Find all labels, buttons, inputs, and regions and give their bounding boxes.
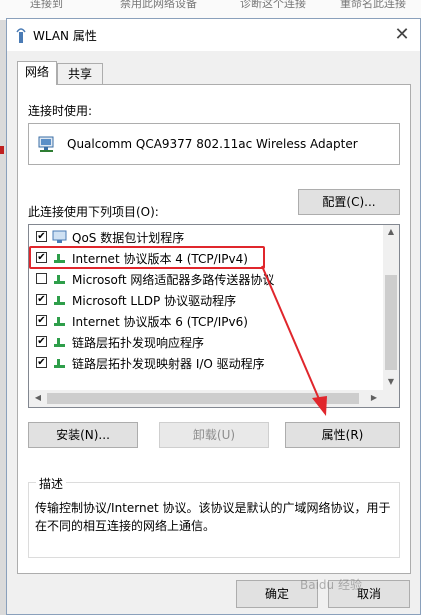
item-checkbox[interactable]: ✔ xyxy=(36,336,47,347)
ok-button-label: 确定 xyxy=(264,587,289,601)
vertical-scrollbar[interactable]: ▲ ▼ xyxy=(383,225,399,391)
scroll-left-icon[interactable]: ◀ xyxy=(30,393,46,402)
list-item[interactable]: ✔ Microsoft LLDP 协议驱动程序 xyxy=(29,290,379,310)
item-label: QoS 数据包计划程序 xyxy=(72,231,185,245)
item-label: Microsoft LLDP 协议驱动程序 xyxy=(72,294,237,308)
install-button-label: 安装(N)... xyxy=(56,428,110,442)
horizontal-scroll-thumb[interactable] xyxy=(47,393,359,404)
scroll-up-icon[interactable]: ▲ xyxy=(383,227,399,236)
qos-icon xyxy=(52,230,67,243)
background-error-icon xyxy=(0,146,4,154)
item-checkbox[interactable]: ✔ xyxy=(36,315,47,326)
protocol-icon xyxy=(54,296,65,305)
item-label: 链路层拓扑发现映射器 I/O 驱动程序 xyxy=(72,357,265,371)
list-item[interactable]: ✔ 链路层拓扑发现映射器 I/O 驱动程序 xyxy=(29,353,379,373)
network-adapter-icon xyxy=(38,136,54,152)
horizontal-scrollbar[interactable]: ◀ ▶ xyxy=(29,390,383,407)
list-item[interactable]: ✔ QoS 数据包计划程序 xyxy=(29,227,379,247)
list-item[interactable]: Microsoft 网络适配器多路传送器协议 xyxy=(29,269,379,289)
tab-network[interactable]: 网络 xyxy=(17,61,57,85)
protocol-icon xyxy=(54,338,65,347)
description-label: 描述 xyxy=(36,475,67,492)
tab-label: 网络 xyxy=(24,65,49,79)
protocol-icon xyxy=(54,317,65,326)
protocol-icon xyxy=(54,359,65,368)
item-checkbox[interactable]: ✔ xyxy=(36,357,47,368)
wlan-properties-dialog: WLAN 属性 ✕ 网络 共享 连接时使用: Qualcomm QCA9377 … xyxy=(6,18,421,615)
tab-sharing[interactable]: 共享 xyxy=(57,63,103,85)
configure-button-label: 配置(C)... xyxy=(322,195,376,209)
close-button[interactable]: ✕ xyxy=(390,23,414,47)
protocol-icon xyxy=(54,275,65,284)
scroll-right-icon[interactable]: ▶ xyxy=(366,393,382,402)
close-icon: ✕ xyxy=(394,24,410,45)
bg-menu-item: 重命名此连接 xyxy=(340,0,406,10)
scroll-down-icon[interactable]: ▼ xyxy=(383,377,399,386)
item-label: Internet 协议版本 6 (TCP/IPv6) xyxy=(72,315,248,329)
wifi-adapter-icon xyxy=(16,28,26,43)
tab-label: 共享 xyxy=(67,67,92,81)
bg-menu-item: 诊断这个连接 xyxy=(240,0,306,10)
adapter-name: Qualcomm QCA9377 802.11ac Wireless Adapt… xyxy=(67,137,358,151)
configure-button[interactable]: 配置(C)... xyxy=(298,189,400,215)
item-label: Microsoft 网络适配器多路传送器协议 xyxy=(72,273,275,287)
network-tab-panel: 连接时使用: Qualcomm QCA9377 802.11ac Wireles… xyxy=(17,84,411,574)
description-group: 描述 传输控制协议/Internet 协议。该协议是默认的广域网络协议，用于在不… xyxy=(28,475,400,558)
properties-button-label: 属性(R) xyxy=(321,428,364,442)
item-label: 链路层拓扑发现响应程序 xyxy=(72,336,205,350)
connect-using-label: 连接时使用: xyxy=(28,104,93,118)
scrollbar-corner xyxy=(382,390,399,407)
item-checkbox[interactable]: ✔ xyxy=(36,294,47,305)
adapter-box: Qualcomm QCA9377 802.11ac Wireless Adapt… xyxy=(28,123,400,165)
description-text: 传输控制协议/Internet 协议。该协议是默认的广域网络协议，用于在不同的相… xyxy=(35,501,391,533)
window-title: WLAN 属性 xyxy=(33,29,97,43)
vertical-scroll-thumb[interactable] xyxy=(385,275,397,370)
bg-menu-item: 禁用此网络设备 xyxy=(120,0,197,10)
properties-button[interactable]: 属性(R) xyxy=(285,422,400,448)
list-item[interactable]: ✔ Internet 协议版本 6 (TCP/IPv6) xyxy=(29,311,379,331)
item-checkbox[interactable]: ✔ xyxy=(36,231,47,242)
items-label: 此连接使用下列项目(O): xyxy=(28,205,159,219)
item-checkbox[interactable] xyxy=(36,273,47,284)
background-window-menu: 连接到 禁用此网络设备 诊断这个连接 重命名此连接 xyxy=(0,0,421,20)
ipv4-highlight-box xyxy=(29,246,265,269)
uninstall-button-label: 卸载(U) xyxy=(192,428,236,442)
title-bar: WLAN 属性 ✕ xyxy=(7,19,420,51)
bg-menu-item: 连接到 xyxy=(30,0,63,10)
list-item[interactable]: ✔ 链路层拓扑发现响应程序 xyxy=(29,332,379,352)
watermark: Baidu 经验 xyxy=(300,578,362,592)
uninstall-button[interactable]: 卸载(U) xyxy=(159,422,269,448)
install-button[interactable]: 安装(N)... xyxy=(28,422,138,448)
